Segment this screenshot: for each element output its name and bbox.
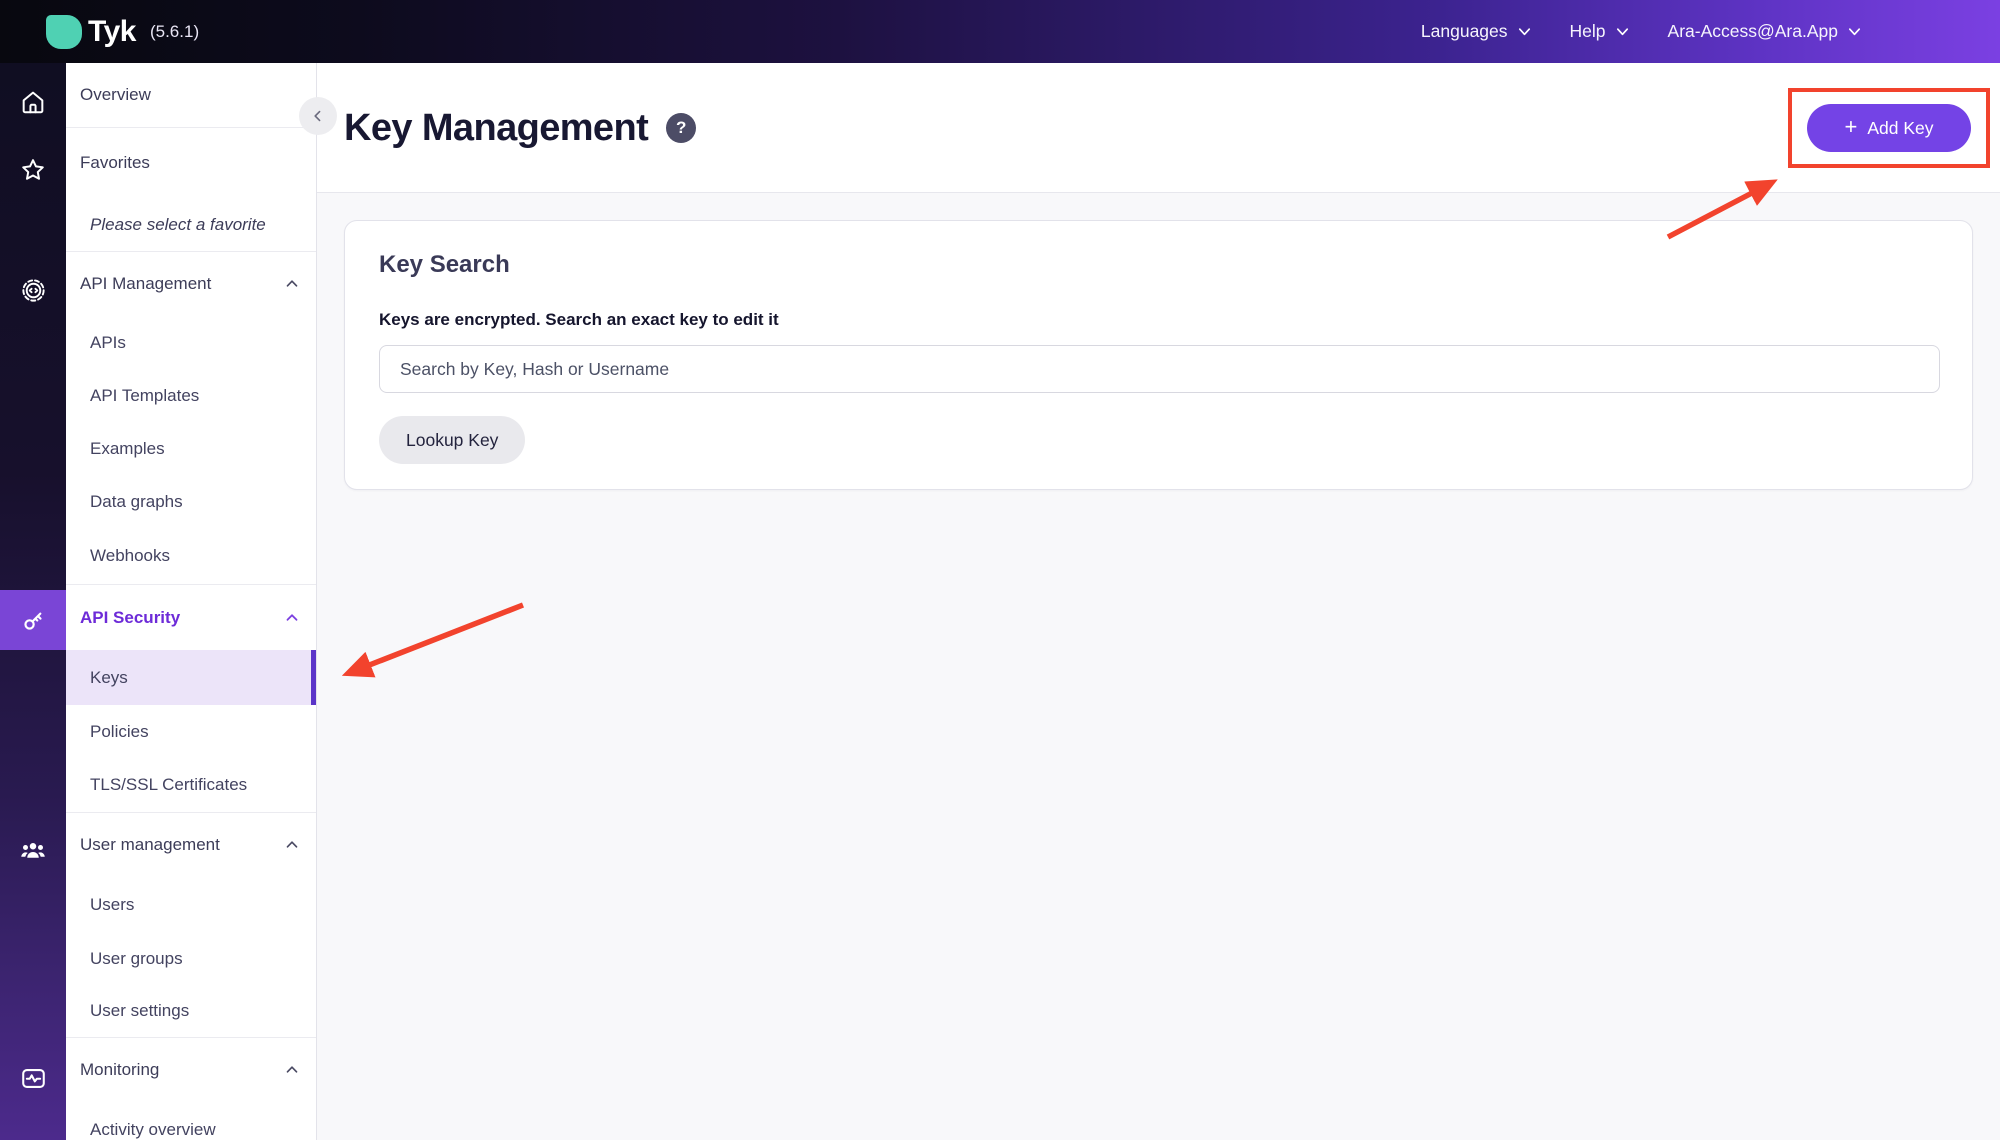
sidebar-item-label: User groups [90, 949, 183, 969]
help-label: Help [1570, 21, 1606, 42]
account-menu[interactable]: Ara-Access@Ara.App [1668, 21, 1862, 42]
rail-favorites-button[interactable] [0, 150, 66, 190]
favorites-empty-note: Please select a favorite [66, 198, 316, 252]
lookup-key-label: Lookup Key [406, 430, 498, 450]
languages-menu[interactable]: Languages [1421, 21, 1532, 42]
content-area: Key Search Keys are encrypted. Search an… [317, 193, 2000, 1140]
sidebar-item-policies[interactable]: Policies [66, 705, 316, 758]
account-label: Ara-Access@Ara.App [1668, 21, 1838, 42]
home-icon [19, 88, 47, 116]
sidebar-item-label: Users [90, 895, 134, 915]
sidebar-item-activity-overview[interactable]: Activity overview [66, 1102, 316, 1140]
section-label: User management [80, 835, 220, 855]
app-version: (5.6.1) [150, 22, 199, 42]
sidebar-section-user-management[interactable]: User management [66, 813, 316, 877]
annotation-highlight-box: + Add Key [1788, 88, 1990, 168]
sidebar-item-label: User settings [90, 1001, 189, 1021]
lookup-key-button[interactable]: Lookup Key [379, 416, 525, 464]
sidebar-collapse-button[interactable] [299, 97, 337, 135]
sidebar-item-user-settings[interactable]: User settings [66, 985, 316, 1038]
sidebar-item-examples[interactable]: Examples [66, 422, 316, 475]
logo-link[interactable]: Tyk (5.6.1) [46, 15, 199, 49]
sidebar-item-label: TLS/SSL Certificates [90, 775, 247, 795]
page-title: Key Management [344, 107, 648, 150]
main-area: Key Management ? + Add Key Key Search Ke… [317, 63, 2000, 1140]
logo-text: Tyk [88, 15, 136, 49]
monitor-icon [19, 1064, 48, 1093]
sidebar-item-favorites[interactable]: Favorites [66, 128, 316, 198]
key-search-card: Key Search Keys are encrypted. Search an… [344, 220, 1973, 490]
chevron-up-icon [284, 276, 300, 292]
users-icon [18, 836, 48, 866]
plus-icon: + [1844, 116, 1857, 138]
sidebar-item-webhooks[interactable]: Webhooks [66, 528, 316, 585]
sidebar-item-label: Activity overview [90, 1120, 216, 1140]
sidebar-item-data-graphs[interactable]: Data graphs [66, 475, 316, 528]
sidebar: Overview Favorites Please select a favor… [66, 63, 317, 1140]
sidebar-item-keys[interactable]: Keys [66, 650, 316, 705]
sidebar-item-user-groups[interactable]: User groups [66, 932, 316, 985]
rail-home-button[interactable] [0, 82, 66, 122]
sidebar-item-label: API Templates [90, 386, 199, 406]
sidebar-item-label: APIs [90, 333, 126, 353]
key-icon [19, 606, 48, 635]
active-item-bar [311, 650, 316, 705]
sidebar-item-label: Examples [90, 439, 165, 459]
section-label: Monitoring [80, 1060, 159, 1080]
sidebar-item-label: Keys [90, 668, 128, 688]
section-label: API Security [80, 608, 180, 628]
rail-api-security-button[interactable] [0, 590, 66, 650]
sidebar-item-users[interactable]: Users [66, 877, 316, 932]
languages-label: Languages [1421, 21, 1508, 42]
sidebar-item-overview[interactable]: Overview [66, 63, 316, 128]
section-label: API Management [80, 274, 211, 294]
sidebar-item-tls-ssl-certificates[interactable]: TLS/SSL Certificates [66, 758, 316, 813]
sidebar-item-apis[interactable]: APIs [66, 316, 316, 369]
chevron-up-icon [284, 1062, 300, 1078]
sidebar-section-api-security[interactable]: API Security [66, 585, 316, 650]
icon-rail [0, 63, 66, 1140]
add-key-label: Add Key [1867, 118, 1933, 139]
chevron-left-icon [310, 108, 326, 124]
sidebar-section-api-management[interactable]: API Management [66, 252, 316, 316]
star-icon [19, 156, 47, 184]
add-key-button[interactable]: + Add Key [1807, 104, 1971, 152]
chevron-up-icon [284, 610, 300, 626]
gear-code-icon [19, 276, 48, 305]
chevron-down-icon [1517, 24, 1532, 39]
sidebar-item-label: Webhooks [90, 546, 170, 566]
help-badge-icon[interactable]: ? [666, 113, 696, 143]
help-menu[interactable]: Help [1570, 21, 1630, 42]
chevron-up-icon [284, 837, 300, 853]
favorites-empty-text: Please select a favorite [90, 215, 266, 235]
rail-api-management-button[interactable] [0, 270, 66, 310]
chevron-down-icon [1847, 24, 1862, 39]
rail-user-management-button[interactable] [0, 831, 66, 871]
help-glyph: ? [676, 118, 686, 138]
card-title: Key Search [379, 251, 1938, 279]
rail-monitoring-button[interactable] [0, 1058, 66, 1098]
topbar-menus: Languages Help Ara-Access@Ara.App [1421, 21, 2000, 42]
sidebar-item-label: Policies [90, 722, 149, 742]
key-search-input[interactable] [379, 345, 1940, 393]
chevron-down-icon [1615, 24, 1630, 39]
sidebar-item-label: Overview [80, 85, 151, 105]
sidebar-item-api-templates[interactable]: API Templates [66, 369, 316, 422]
tyk-logo-icon [46, 15, 82, 49]
sidebar-item-label: Favorites [80, 153, 150, 173]
card-hint: Keys are encrypted. Search an exact key … [379, 310, 1938, 330]
page-header: Key Management ? + Add Key [317, 63, 2000, 193]
topbar: Tyk (5.6.1) Languages Help Ara-Access@Ar… [0, 0, 2000, 63]
sidebar-item-label: Data graphs [90, 492, 183, 512]
sidebar-section-monitoring[interactable]: Monitoring [66, 1038, 316, 1102]
